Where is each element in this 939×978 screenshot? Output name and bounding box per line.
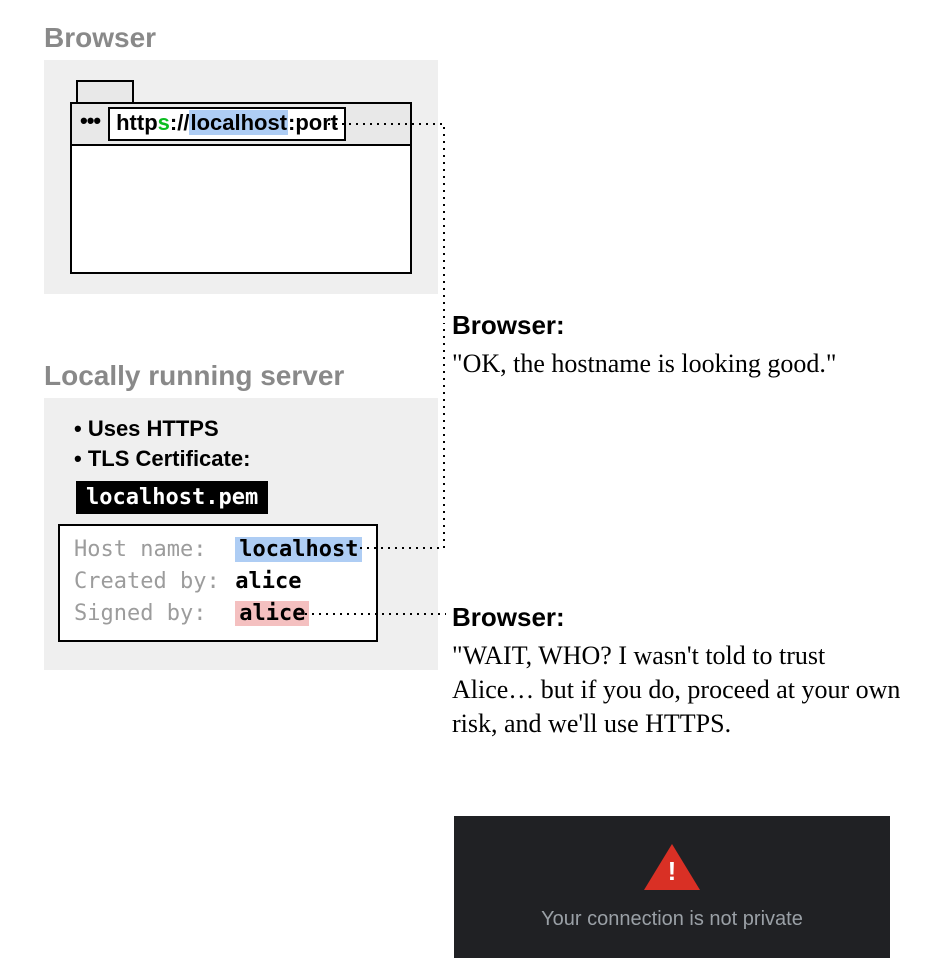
- url-port: port: [295, 110, 338, 135]
- commentary-hostname-ok: Browser: "OK, the hostname is looking go…: [452, 310, 842, 381]
- diagram-root: Browser ••• https://localhost:port Local…: [0, 0, 939, 978]
- commentary-untrusted-signer: Browser: "WAIT, WHO? I wasn't told to tr…: [452, 602, 912, 740]
- url-scheme-http: http: [116, 110, 158, 135]
- url-separator: ://: [170, 110, 190, 135]
- address-bar: https://localhost:port: [108, 107, 346, 140]
- commentary1-heading: Browser:: [452, 310, 842, 341]
- browser-viewport: [70, 146, 412, 274]
- browser-section-title: Browser: [44, 22, 156, 54]
- server-bullet-list: Uses HTTPS TLS Certificate:: [74, 414, 418, 473]
- browser-window: ••• https://localhost:port: [70, 80, 412, 274]
- server-section-title: Locally running server: [44, 360, 344, 392]
- warning-triangle-icon: !: [644, 844, 700, 890]
- url-hostname: localhost: [189, 110, 288, 135]
- browser-security-warning: ! Your connection is not private: [454, 816, 890, 958]
- commentary2-text: "WAIT, WHO? I wasn't told to trust Alice…: [452, 639, 912, 740]
- cert-value-signed-by: alice: [235, 601, 309, 626]
- commentary1-text: "OK, the hostname is looking good.": [452, 347, 842, 381]
- commentary2-heading: Browser:: [452, 602, 912, 633]
- browser-tab: [76, 80, 134, 102]
- cert-value-created-by: alice: [235, 569, 301, 594]
- cert-row-hostname: Host name: localhost: [74, 534, 362, 566]
- cert-label-hostname: Host name:: [74, 534, 222, 566]
- server-bullet-https: Uses HTTPS: [74, 414, 418, 444]
- cert-row-created-by: Created by: alice: [74, 566, 362, 598]
- browser-menu-dots-icon: •••: [80, 110, 100, 138]
- certificate-details-box: Host name: localhost Created by: alice S…: [58, 524, 378, 642]
- certificate-filename: localhost.pem: [76, 481, 268, 514]
- url-scheme-s: s: [158, 110, 170, 135]
- cert-label-signed-by: Signed by:: [74, 598, 222, 630]
- server-bullet-cert: TLS Certificate:: [74, 444, 418, 474]
- cert-value-hostname: localhost: [235, 537, 362, 562]
- warning-message: Your connection is not private: [541, 908, 803, 931]
- warning-exclamation-icon: !: [667, 858, 677, 884]
- browser-chrome-bar: ••• https://localhost:port: [70, 102, 412, 146]
- cert-row-signed-by: Signed by: alice: [74, 598, 362, 630]
- cert-label-created-by: Created by:: [74, 566, 222, 598]
